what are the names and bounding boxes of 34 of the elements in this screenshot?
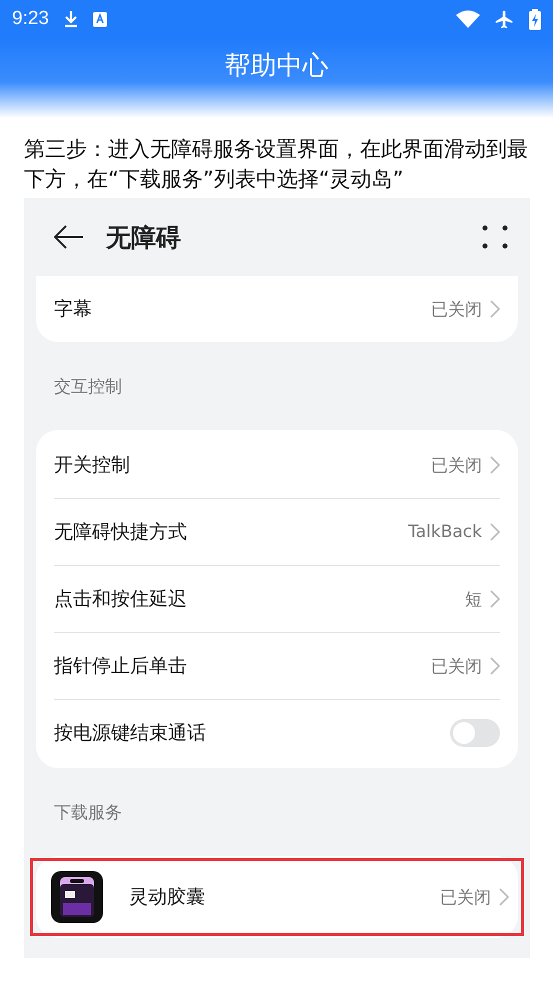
chevron-icon: [499, 888, 509, 906]
setting-label[interactable]: 按电源键结束通话: [54, 720, 450, 746]
setting-label[interactable]: 指针停止后单击: [54, 653, 431, 679]
setting-value: 已关闭: [431, 298, 482, 320]
airplane-icon: [494, 8, 515, 30]
section-heading: 交互控制: [54, 376, 122, 398]
back-arrow-icon[interactable]: [54, 225, 84, 249]
setting-value: 已关闭: [440, 886, 491, 908]
setting-label[interactable]: 无障碍快捷方式: [54, 519, 408, 545]
setting-label[interactable]: 字幕: [54, 296, 431, 322]
setting-label[interactable]: 开关控制: [54, 452, 431, 478]
download-icon: [62, 10, 79, 28]
setting-value: 已关闭: [431, 454, 482, 476]
chevron-icon: [490, 657, 500, 675]
setting-label[interactable]: 灵动胶囊: [129, 884, 440, 910]
page-title: 帮助中心: [224, 50, 330, 83]
toggle-switch[interactable]: [450, 719, 500, 747]
setting-value: TalkBack: [408, 522, 482, 542]
keyboard-icon: [92, 12, 107, 26]
screen-title: 无障碍: [106, 222, 182, 254]
setting-label[interactable]: 点击和按住延迟: [54, 586, 465, 612]
status-time: 9:23: [12, 8, 49, 30]
battery-icon: [529, 8, 541, 30]
more-icon[interactable]: [482, 225, 508, 249]
wifi-icon: [456, 10, 480, 28]
chevron-icon: [490, 300, 500, 318]
chevron-icon: [490, 523, 500, 541]
instruction-text: 第三步：进入无障碍服务设置界面，在此界面滑动到最下方，在“下载服务”列表中选择“灵动岛”: [23, 136, 529, 193]
chevron-icon: [490, 590, 500, 608]
setting-value: 短: [465, 588, 482, 610]
app-icon: [51, 871, 103, 923]
setting-value: 已关闭: [431, 656, 482, 678]
chevron-icon: [490, 456, 500, 474]
section-heading: 下载服务: [54, 802, 122, 824]
